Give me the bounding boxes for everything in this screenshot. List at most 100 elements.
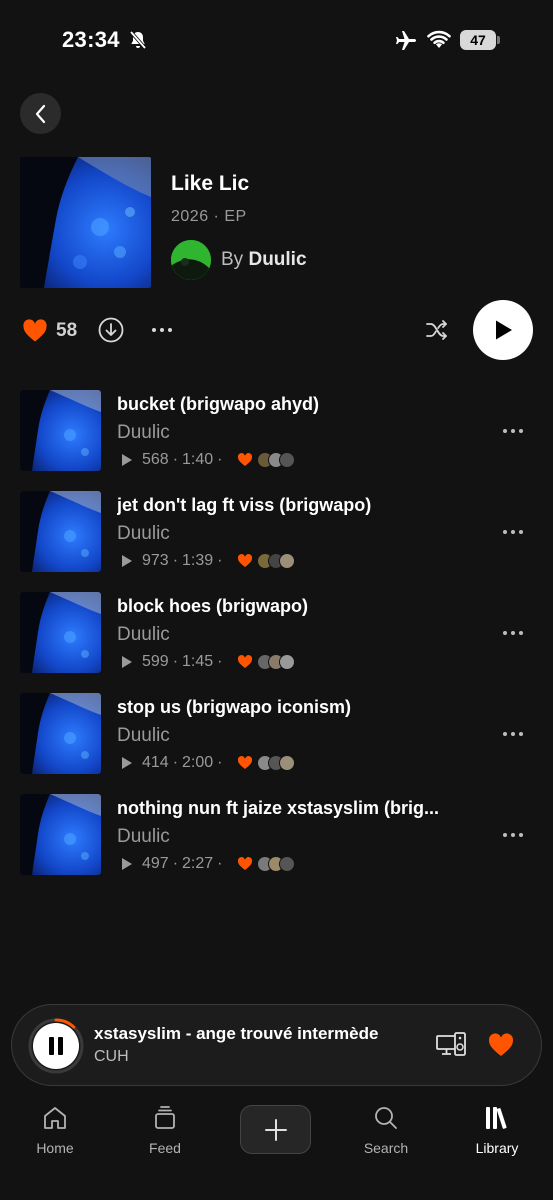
track-title: bucket (brigwapo ahyd)	[117, 394, 320, 414]
like-button[interactable]: 58	[22, 318, 77, 344]
track-artwork[interactable]	[20, 390, 101, 471]
track-title: stop us (brigwapo iconism)	[117, 697, 352, 717]
create-button[interactable]	[240, 1105, 311, 1154]
bell-muted-icon	[129, 30, 147, 50]
liker-avatar	[278, 755, 295, 771]
back-button[interactable]	[20, 93, 61, 134]
tab-label: Search	[363, 1140, 409, 1156]
track-stats: 973 · 1:39 ·	[121, 552, 295, 570]
track-artwork[interactable]	[20, 491, 101, 572]
more-options-icon[interactable]	[502, 828, 524, 842]
search-icon	[375, 1107, 397, 1129]
feed-icon	[155, 1106, 175, 1129]
track-artwork[interactable]	[20, 693, 101, 774]
track-artist: Duulic	[117, 826, 170, 847]
track-row[interactable]: nothing nun ft jaize xstasyslim (brig...…	[0, 794, 553, 876]
more-options-icon[interactable]	[150, 322, 174, 338]
more-options-icon[interactable]	[502, 626, 524, 640]
track-title: nothing nun ft jaize xstasyslim (brig...	[117, 798, 440, 818]
pause-button[interactable]	[33, 1023, 79, 1069]
play-count-icon	[122, 757, 132, 769]
meta-separator: ·	[213, 208, 225, 225]
now-playing-track: ange trouvé intermède	[196, 1024, 379, 1043]
artist-name: Duulic	[248, 249, 307, 270]
play-count: 599	[142, 653, 169, 670]
tab-bar: Home Feed Search Library	[0, 1096, 553, 1200]
stat-separator: ·	[172, 855, 179, 872]
track-title: block hoes (brigwapo)	[117, 596, 309, 616]
heart-icon	[237, 655, 252, 668]
liker-avatar	[278, 553, 295, 569]
artist-link[interactable]: By Duulic	[221, 249, 307, 271]
airplane-icon	[396, 31, 416, 50]
track-row[interactable]: jet don't lag ft viss (brigwapo) Duulic …	[0, 491, 553, 573]
library-icon	[486, 1107, 507, 1129]
tab-label: Feed	[149, 1140, 181, 1156]
stat-separator: ·	[172, 754, 179, 771]
play-count: 414	[142, 754, 169, 771]
album-cover[interactable]	[20, 157, 151, 288]
track-row[interactable]: bucket (brigwapo ahyd) Duulic 568 · 1:40…	[0, 390, 553, 472]
track-title: jet don't lag ft viss (brigwapo)	[117, 495, 372, 515]
play-count: 568	[142, 451, 169, 468]
wifi-icon	[427, 30, 451, 48]
heart-icon	[237, 857, 252, 870]
tab-library[interactable]: Library	[452, 1104, 542, 1156]
track-row[interactable]: stop us (brigwapo iconism) Duulic 414 · …	[0, 693, 553, 775]
heart-icon	[237, 554, 252, 567]
track-stats: 414 · 2:00 ·	[121, 754, 295, 772]
liker-avatar	[278, 654, 295, 670]
battery-level: 47	[460, 30, 496, 50]
track-artwork[interactable]	[20, 592, 101, 673]
more-options-icon[interactable]	[502, 424, 524, 438]
by-label: By	[221, 249, 244, 270]
heart-icon	[237, 453, 252, 466]
download-icon[interactable]	[98, 317, 124, 343]
track-artwork[interactable]	[20, 794, 101, 875]
play-button[interactable]	[473, 300, 533, 360]
heart-icon	[23, 319, 47, 342]
stat-separator: ·	[217, 754, 223, 771]
home-icon	[44, 1107, 66, 1129]
track-row[interactable]: block hoes (brigwapo) Duulic 599 · 1:45 …	[0, 592, 553, 674]
stat-separator: ·	[172, 653, 179, 670]
mini-player[interactable]: xstasyslim - ange trouvé intermède CUH	[11, 1004, 542, 1086]
track-artist: Duulic	[117, 523, 170, 544]
play-count-icon	[122, 454, 132, 466]
track-duration: 1:39	[182, 552, 214, 569]
more-options-icon[interactable]	[502, 525, 524, 539]
track-duration: 1:45	[182, 653, 214, 670]
now-playing-subtitle: CUH	[94, 1048, 129, 1065]
chevron-left-icon	[35, 104, 45, 123]
tab-home[interactable]: Home	[10, 1104, 100, 1156]
devices-icon[interactable]	[436, 1032, 466, 1058]
artist-avatar[interactable]	[171, 240, 211, 280]
play-count: 497	[142, 855, 169, 872]
plus-icon	[264, 1118, 287, 1141]
album-actions: 58	[0, 300, 553, 360]
album-type: EP	[224, 208, 247, 225]
play-count-icon	[122, 555, 132, 567]
more-options-icon[interactable]	[502, 727, 524, 741]
heart-icon[interactable]	[487, 1032, 515, 1058]
stat-separator: ·	[172, 451, 179, 468]
track-duration: 2:27	[182, 855, 214, 872]
album-meta: 2026 · EP	[171, 208, 247, 226]
track-stats: 568 · 1:40 ·	[121, 451, 295, 469]
now-playing-title[interactable]: xstasyslim - ange trouvé intermède	[94, 1024, 378, 1044]
album-title: Like Lic	[171, 172, 250, 195]
album-year: 2026	[171, 208, 209, 225]
tab-label: Library	[475, 1140, 519, 1156]
track-stats: 599 · 1:45 ·	[121, 653, 295, 671]
track-duration: 2:00	[182, 754, 214, 771]
play-count-icon	[122, 858, 132, 870]
shuffle-icon[interactable]	[424, 317, 450, 343]
track-artist: Duulic	[117, 624, 170, 645]
now-playing-artist: xstasyslim	[94, 1024, 181, 1043]
tab-feed[interactable]: Feed	[120, 1104, 210, 1156]
stat-separator: ·	[217, 552, 223, 569]
track-duration: 1:40	[182, 451, 214, 468]
battery-tip	[497, 36, 500, 44]
now-playing-separator: -	[185, 1024, 192, 1043]
tab-search[interactable]: Search	[341, 1104, 431, 1156]
